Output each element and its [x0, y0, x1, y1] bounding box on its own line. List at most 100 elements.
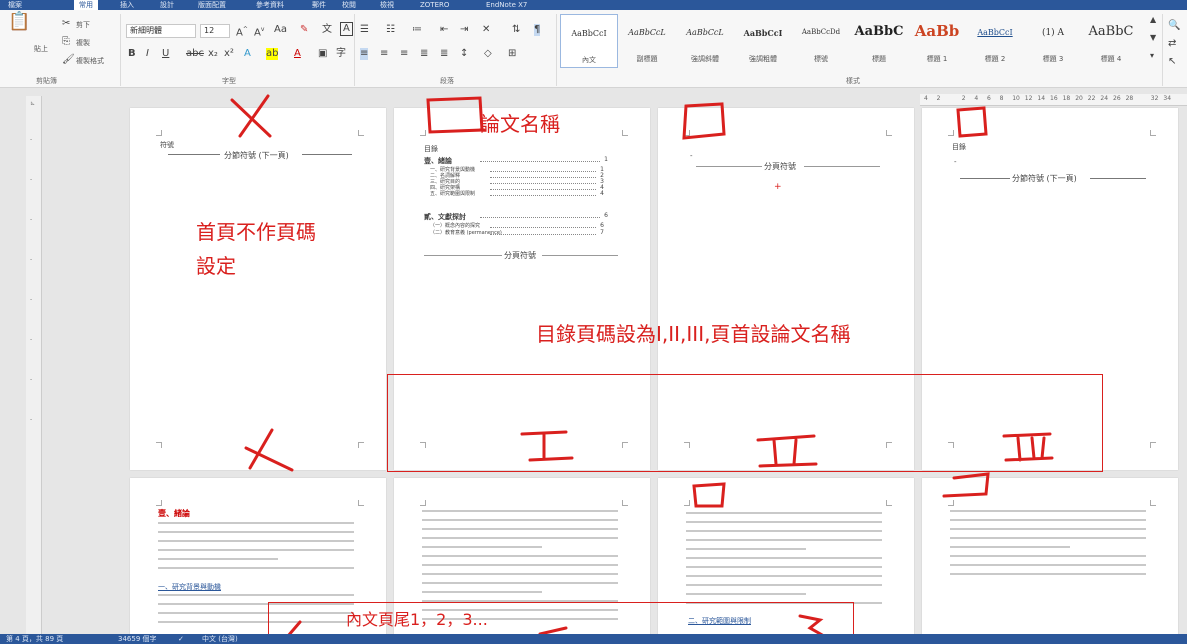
shrink-font-icon[interactable]: Av [254, 24, 264, 39]
char-shading-icon[interactable]: ▣ [318, 48, 327, 60]
annotation-first-page: 首頁不作頁碼 [196, 220, 316, 244]
multilevel-list-icon[interactable]: ≔ [412, 24, 422, 36]
style-item[interactable]: AaBbCcL 強調斜體 [676, 14, 734, 68]
tab-design[interactable]: 設計 [160, 0, 174, 10]
ruler-number: 2 [961, 95, 966, 102]
font-name-box[interactable]: 新細明體 [126, 24, 196, 38]
format-painter-button[interactable]: 複製格式 [76, 56, 104, 66]
change-case-icon[interactable]: Aa [274, 24, 287, 36]
replace-icon[interactable]: ⇄ [1168, 38, 1176, 50]
enclose-char-icon[interactable]: 字 [336, 48, 346, 60]
horizontal-ruler[interactable]: 4 2 2 4 6 8 10 12 14 16 18 20 22 24 26 28 32 34 [920, 94, 1187, 106]
decrease-indent-icon[interactable]: ⇤ [440, 24, 448, 36]
symbol-text: 符號 [160, 141, 174, 149]
align-center-icon[interactable]: ≡ [380, 48, 388, 60]
copy-icon[interactable]: ⎘ [62, 36, 70, 48]
page-8[interactable] [922, 478, 1178, 638]
gallery-up-icon[interactable]: ▲ [1150, 14, 1156, 26]
find-icon[interactable]: 🔍 [1168, 20, 1180, 32]
tab-mailings[interactable]: 郵件 [312, 0, 326, 10]
break-line [1090, 178, 1146, 179]
line-spacing-icon[interactable]: ↕ [460, 48, 468, 60]
text-effects-icon[interactable]: A [244, 48, 251, 60]
style-name: 標號 [814, 55, 828, 63]
ruler-number: 24 [1100, 95, 1109, 102]
paste-icon[interactable]: 📋 [8, 13, 30, 31]
style-item[interactable]: AaBbC 標題 [850, 14, 908, 68]
vertical-ruler[interactable]: ⊾ - - - - - - - - [26, 96, 42, 636]
page-count[interactable]: 第 4 頁，共 89 頁 [6, 634, 63, 644]
sort-icon[interactable]: ⇅ [512, 24, 520, 36]
annotation-toc-page: 目錄頁碼設為I,II,III,頁首設論文名稱 [536, 322, 851, 346]
format-painter-icon[interactable]: 🖌 [62, 54, 75, 66]
show-marks-icon[interactable]: ¶ [534, 24, 541, 36]
language[interactable]: 中文 (台灣) [202, 634, 238, 644]
gallery-down-icon[interactable]: ▼ [1150, 32, 1156, 44]
phonetic-icon[interactable]: 文 [322, 24, 332, 36]
toc-entry[interactable]: 壹、緒論 1 [424, 156, 608, 165]
tab-zotero[interactable]: ZOTERO [420, 0, 449, 10]
tab-file[interactable]: 檔案 [8, 0, 22, 10]
copy-button[interactable]: 複製 [76, 38, 90, 48]
text-line [422, 528, 618, 530]
proofing-icon[interactable]: ✓ [178, 634, 184, 644]
bullets-icon[interactable]: ☰ [360, 24, 369, 36]
ruler-number: 20 [1075, 95, 1083, 102]
style-item[interactable]: AaBbCcI 強調粗體 [734, 14, 792, 68]
tab-home[interactable]: 常用 [74, 0, 98, 10]
distribute-icon[interactable]: ≣ [440, 48, 448, 60]
asian-layout-icon[interactable]: ✕ [482, 24, 490, 36]
paragraph-group-label: 段落 [440, 77, 454, 85]
numbering-icon[interactable]: ☷ [386, 24, 395, 36]
align-right-icon[interactable]: ≡ [400, 48, 408, 60]
highlight-rect-toc [387, 374, 1103, 472]
underline-icon[interactable]: U [162, 48, 169, 60]
tab-view[interactable]: 檢視 [380, 0, 394, 10]
shading-icon[interactable]: ◇ [484, 48, 492, 60]
text-line [950, 564, 1146, 566]
style-item[interactable]: (1) A 標題 3 [1024, 14, 1082, 68]
align-left-icon[interactable]: ≡ [360, 48, 369, 60]
subscript-icon[interactable]: x₂ [208, 48, 218, 60]
gallery-more-icon[interactable]: ▾ [1150, 50, 1154, 62]
highlight-icon[interactable]: ab [266, 48, 279, 60]
toc-entry[interactable]: 貳、文獻探討 6 [424, 212, 608, 221]
style-sample: AaBbC [1088, 24, 1134, 39]
superscript-icon[interactable]: x² [224, 48, 234, 60]
borders-icon[interactable]: ⊞ [508, 48, 516, 60]
tab-endnote[interactable]: EndNote X7 [486, 0, 527, 10]
cut-button[interactable]: 剪下 [76, 20, 90, 30]
style-item[interactable]: AaBbCcI 標題 2 [966, 14, 1024, 68]
text-line [158, 567, 354, 569]
cut-icon[interactable]: ✂ [62, 18, 70, 30]
strikethrough-icon[interactable]: abc [186, 48, 204, 60]
style-item[interactable]: AaBbCcDd 標號 [792, 14, 850, 68]
select-icon[interactable]: ↖ [1168, 56, 1176, 68]
style-item[interactable]: AaBbCcI 內文 [560, 14, 618, 68]
font-size-box[interactable]: 12 [200, 24, 230, 38]
margin-corner [156, 442, 162, 448]
char-border-icon[interactable]: A [340, 22, 353, 36]
clear-format-icon[interactable]: ✎ [300, 24, 308, 36]
grow-font-icon[interactable]: A^ [236, 24, 248, 39]
toc-entry[interactable]: 五、研究範圍與限制 4 [430, 190, 604, 198]
italic-icon[interactable]: I [146, 48, 149, 60]
style-item[interactable]: AaBbCcL 副標題 [618, 14, 676, 68]
style-name: 標題 1 [926, 55, 948, 63]
page-1[interactable]: 符號 分節符號 (下一頁) [130, 108, 386, 470]
word-count[interactable]: 34659 個字 [118, 634, 157, 644]
tab-review[interactable]: 校閱 [342, 0, 356, 10]
increase-indent-icon[interactable]: ⇥ [460, 24, 468, 36]
style-item[interactable]: AaBb 標題 1 [908, 14, 966, 68]
paste-button[interactable]: 貼上 [34, 44, 48, 54]
tab-references[interactable]: 參考資料 [256, 0, 284, 10]
margin-corner [684, 500, 690, 506]
tab-layout[interactable]: 版面配置 [198, 0, 226, 10]
tab-insert[interactable]: 插入 [120, 0, 134, 10]
toc-entry[interactable]: （二）教育意義 (permanence) 7 [430, 229, 604, 237]
style-item[interactable]: AaBbC 標題 4 [1082, 14, 1140, 68]
justify-icon[interactable]: ≣ [420, 48, 428, 60]
bold-icon[interactable]: B [128, 48, 136, 60]
margin-corner [622, 500, 628, 506]
font-color-icon[interactable]: A [294, 48, 301, 60]
